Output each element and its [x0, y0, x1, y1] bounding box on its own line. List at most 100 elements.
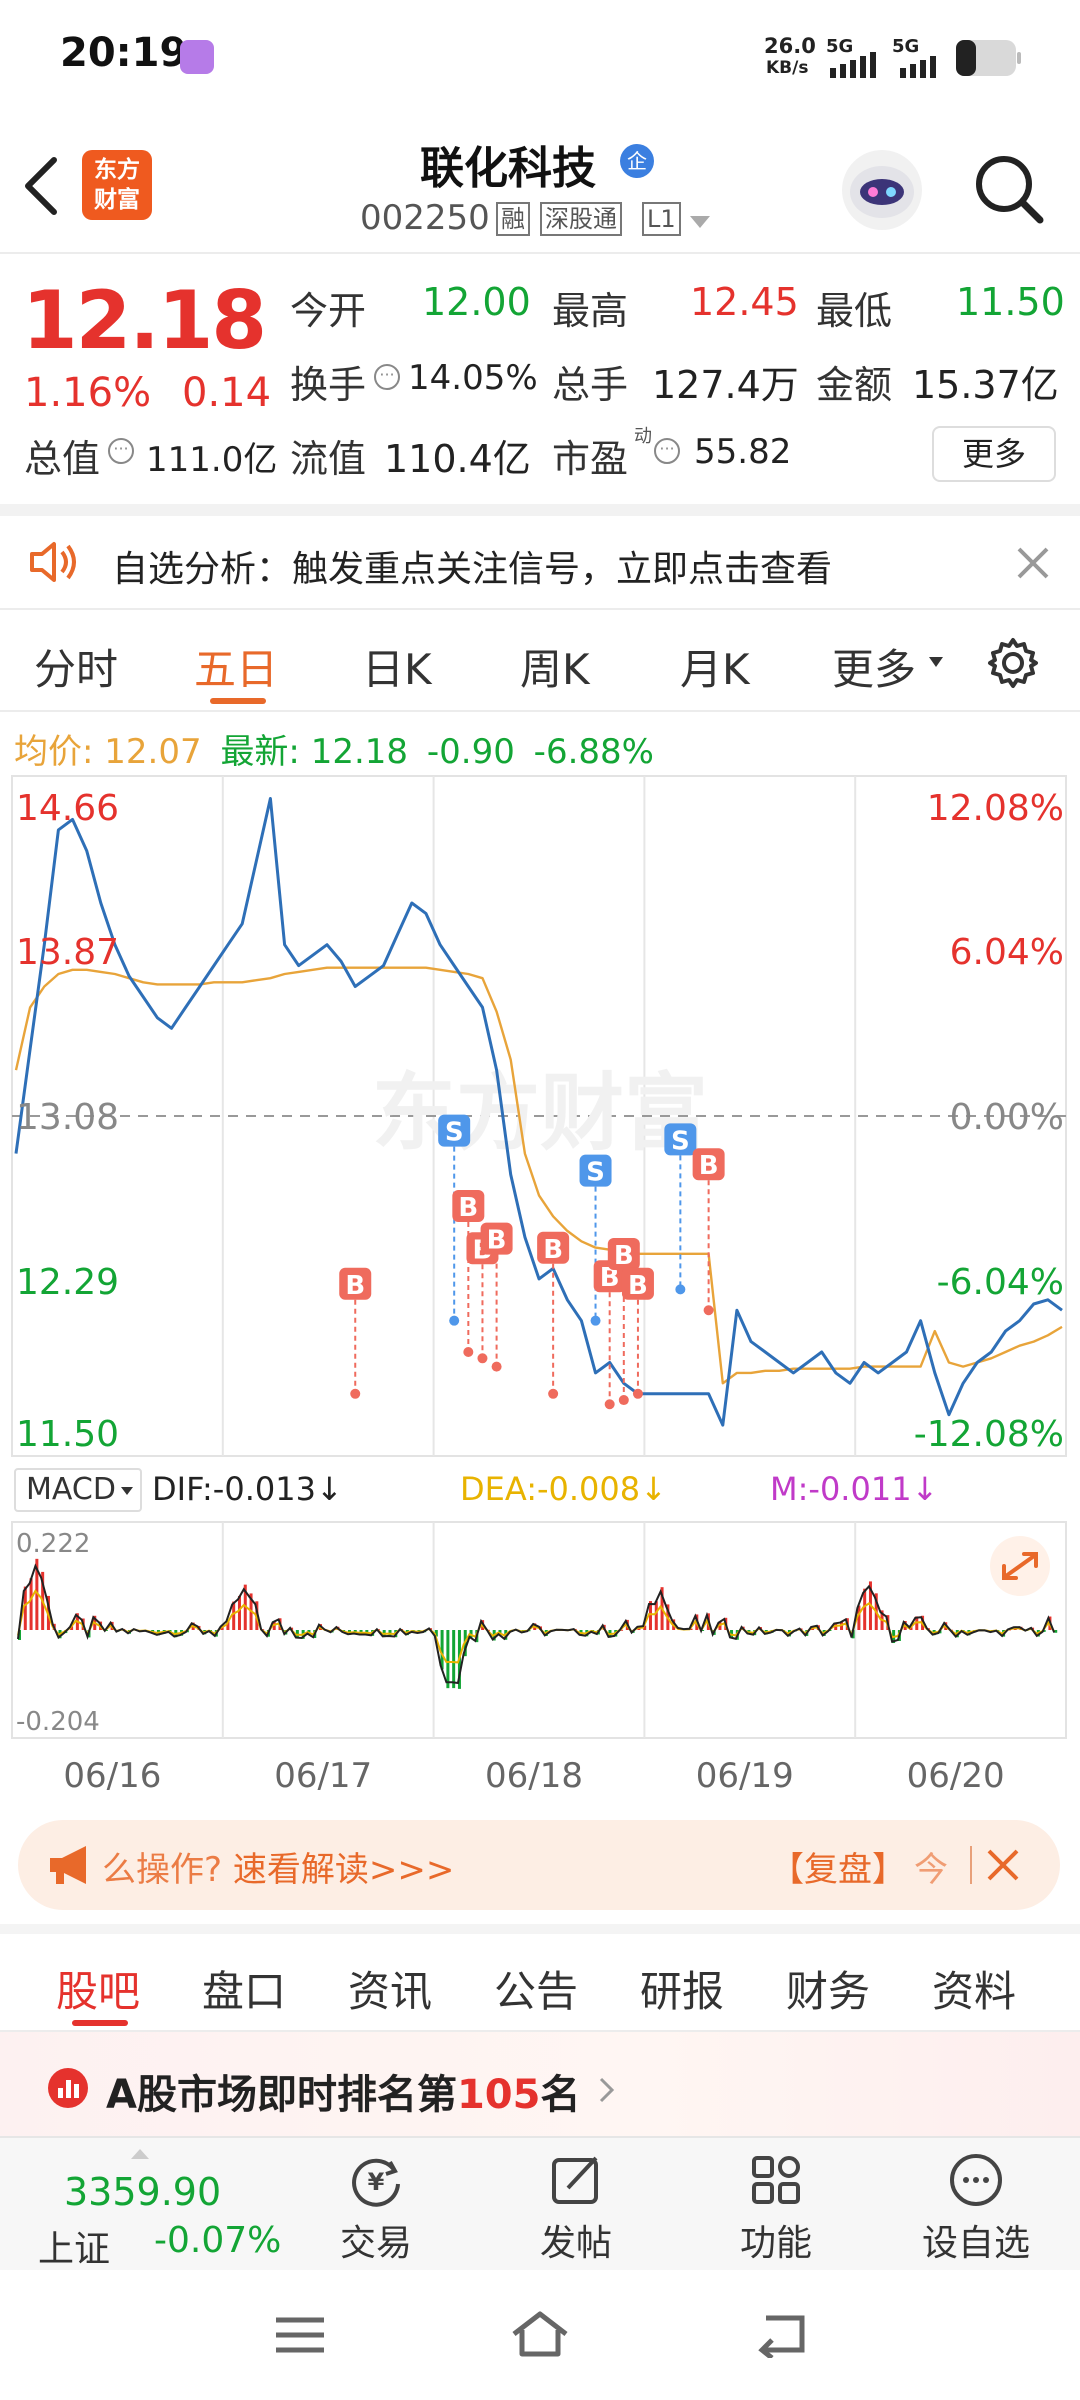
macd-m: M:-0.011↓ — [770, 1470, 938, 1508]
dea-label: DEA: — [460, 1470, 537, 1508]
post-button[interactable]: 发帖 — [516, 2146, 636, 2266]
y-axis-right-label: -6.04% — [937, 1262, 1064, 1303]
index-name: 上证 — [38, 2229, 111, 2270]
chevron-down-icon[interactable] — [688, 214, 712, 230]
battery-icon — [956, 40, 1021, 76]
float-label: 流值 — [290, 437, 367, 481]
dif-label: DIF: — [152, 1470, 213, 1508]
tab-profile[interactable]: 资料 — [932, 1958, 1016, 2019]
svg-text:¥: ¥ — [368, 2168, 385, 2196]
ranking-icon — [48, 2068, 88, 2108]
add-watchlist-label: 设自选 — [921, 2223, 1030, 2264]
replay-label[interactable]: 【复盘】 — [770, 1842, 906, 1891]
index-value: 3359.90 — [64, 2170, 222, 2214]
close-icon[interactable] — [986, 1848, 1020, 1882]
home-icon[interactable] — [508, 2308, 572, 2360]
down-arrow-icon: ↓ — [315, 1470, 343, 1508]
macd-chart[interactable]: 0.222 -0.204 — [0, 1520, 1080, 1742]
svg-text:S: S — [445, 1118, 464, 1148]
ranking-card[interactable]: A股市场即时排名第105名 — [0, 2032, 1080, 2136]
expand-button[interactable] — [990, 1536, 1050, 1596]
info-icon[interactable]: ··· — [108, 438, 134, 464]
tab-news[interactable]: 资讯 — [348, 1958, 432, 2019]
macd-selector[interactable]: MACD — [14, 1468, 142, 1512]
notice-text: 自选分析：触发重点关注信号，立即点击查看 — [112, 549, 833, 590]
volume-label: 总手 — [552, 363, 629, 407]
close-icon[interactable] — [1016, 546, 1050, 580]
five-day-price-chart[interactable]: 东方财富 BSBBBBSBBBSB 14.6613.8713.0812.2911… — [0, 770, 1080, 1460]
ranking-text: A股市场即时排名第105名 — [106, 2062, 580, 2120]
y-axis-right-label: 0.00% — [950, 1097, 1064, 1138]
open-label: 今开 — [290, 289, 367, 333]
level-tag[interactable]: L1 — [642, 202, 681, 236]
y-axis-left-label: 11.50 — [16, 1414, 119, 1455]
current-price: 12.18 — [22, 274, 267, 367]
review-banner[interactable]: 么操作? 速看解读>>> 【复盘】 今 — [18, 1820, 1060, 1910]
open-value: 12.00 — [422, 280, 531, 324]
index-widget[interactable]: 3359.90 上证 -0.07% — [30, 2148, 300, 2270]
robot-assistant-avatar[interactable] — [842, 150, 922, 230]
x-axis-date-label: 06/19 — [695, 1756, 794, 1796]
info-icon[interactable]: ··· — [654, 438, 680, 464]
svg-text:S: S — [586, 1158, 605, 1188]
app-logo: 东方 财富 — [82, 150, 152, 220]
info-icon[interactable]: ··· — [374, 364, 400, 390]
macd-dea: DEA:-0.008↓ — [460, 1470, 667, 1508]
tab-research[interactable]: 研报 — [640, 1958, 724, 2019]
y-axis-left-label: 13.87 — [16, 932, 119, 973]
x-axis-date-label: 06/20 — [906, 1756, 1005, 1796]
macd-histogram-bar — [237, 1595, 241, 1630]
tab-monthly-k[interactable]: 月K — [680, 636, 750, 697]
watermark: 东方财富 — [372, 1064, 708, 1162]
tab-financials[interactable]: 财务 — [786, 1958, 870, 2019]
stock-name[interactable]: 联化科技 — [420, 132, 596, 196]
pe-label: 市盈 — [552, 437, 629, 481]
banner-text-prefix: 么操作? — [102, 1850, 223, 1890]
banner-text-main: 速看解读>>> — [232, 1850, 455, 1890]
dea-value: -0.008 — [536, 1470, 641, 1508]
ranking-number: 105 — [456, 2072, 541, 2118]
svg-text:B: B — [543, 1235, 563, 1265]
macd-histogram-bar — [29, 1578, 33, 1630]
features-button[interactable]: 功能 — [716, 2146, 836, 2266]
tab-forum[interactable]: 股吧 — [56, 1958, 140, 2019]
tab-daily-k[interactable]: 日K — [362, 636, 432, 697]
analysis-notice[interactable]: 自选分析：触发重点关注信号，立即点击查看 — [0, 516, 1080, 608]
tab-order-book[interactable]: 盘口 — [202, 1958, 286, 2019]
x-axis-date-label: 06/18 — [485, 1756, 583, 1796]
tab-intraday[interactable]: 分时 — [34, 636, 118, 697]
tab-announcements[interactable]: 公告 — [494, 1958, 578, 2019]
back-arrow-icon[interactable] — [20, 156, 64, 216]
status-time: 20:19 — [60, 30, 188, 76]
chevron-right-icon — [599, 2077, 615, 2103]
y-axis-right-label: -12.08% — [914, 1414, 1064, 1455]
svg-text:B: B — [345, 1271, 365, 1301]
tab-five-day[interactable]: 五日 — [194, 636, 278, 697]
trade-button[interactable]: ¥ 交易 — [316, 2146, 436, 2266]
tab-more[interactable]: 更多 — [832, 636, 916, 697]
search-icon[interactable] — [972, 152, 1046, 226]
add-watchlist-button[interactable]: 设自选 — [906, 2146, 1046, 2266]
connect-tag: 深股通 — [540, 202, 622, 236]
notification-app-icon — [180, 40, 214, 74]
date-axis: 06/16 06/17 06/18 06/19 06/20 — [0, 1748, 1080, 1798]
tab-weekly-k[interactable]: 周K — [520, 636, 590, 697]
menu-icon[interactable] — [274, 2314, 326, 2356]
mktcap-value: 111.0亿 — [146, 440, 278, 480]
macd-selector-label: MACD — [26, 1472, 116, 1507]
float-value: 110.4亿 — [384, 437, 531, 481]
stock-code: 002250 — [360, 198, 490, 238]
ranking-prefix: A股市场即时排名第 — [106, 2072, 457, 2118]
trade-label: 交易 — [339, 2223, 412, 2264]
more-button[interactable]: 更多 — [932, 426, 1056, 482]
latest-change: -0.90 — [426, 732, 515, 772]
back-icon[interactable] — [752, 2310, 808, 2358]
low-value: 11.50 — [956, 280, 1065, 324]
gear-icon[interactable] — [986, 636, 1040, 690]
edit-icon — [552, 2156, 598, 2204]
svg-text:B: B — [614, 1241, 634, 1271]
megaphone-icon — [50, 1846, 86, 1884]
active-tab-indicator — [210, 698, 266, 704]
banner-text: 么操作? 速看解读>>> — [102, 1842, 454, 1891]
quote-panel: 12.18 1.16% 0.14 今开 12.00 最高 12.45 最低 11… — [0, 254, 1080, 504]
